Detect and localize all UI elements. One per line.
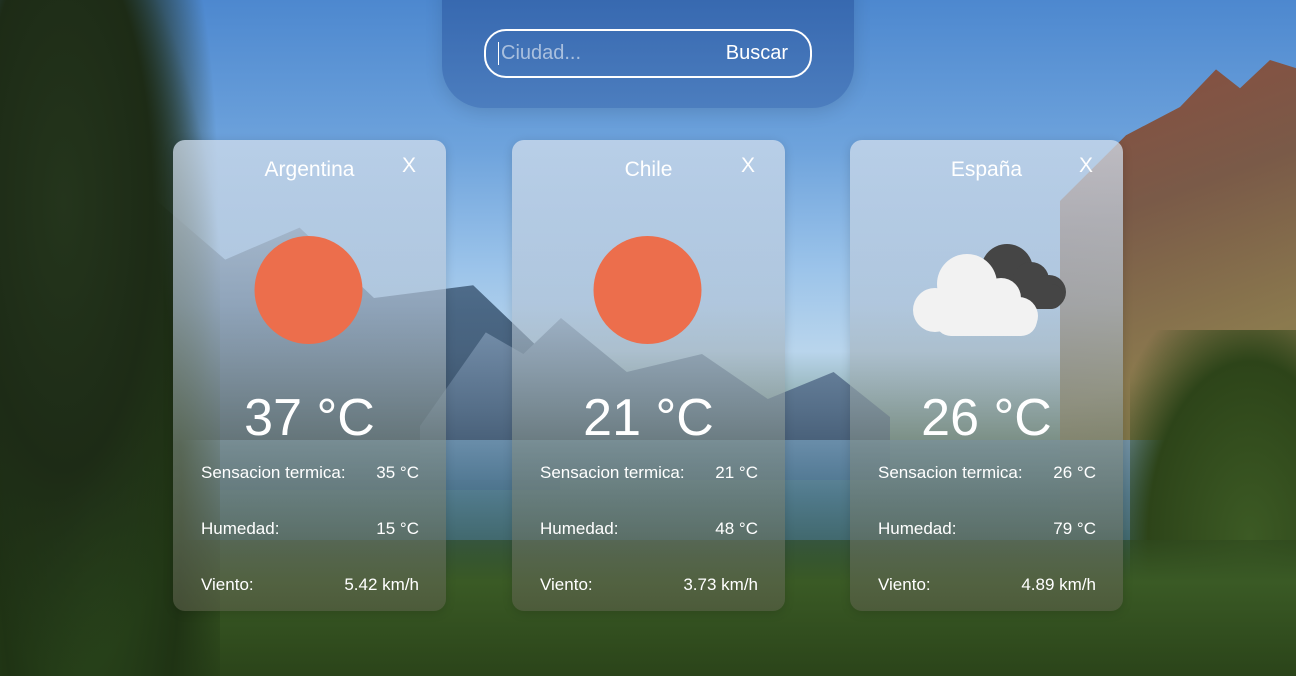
feels-like-label: Sensacion termica: <box>540 463 685 482</box>
wind-label: Viento: <box>878 575 931 594</box>
close-card-button[interactable]: X <box>402 154 416 178</box>
wind-value: 4.89 km/h <box>1021 575 1096 594</box>
humidity-label: Humedad: <box>540 519 619 538</box>
humidity-row: Humedad: 15 °C <box>201 519 419 539</box>
wind-row: Viento: 5.42 km/h <box>201 575 419 595</box>
city-search-input[interactable] <box>498 42 698 65</box>
cloudy-icon <box>907 240 1067 345</box>
feels-like-row: Sensacion termica: 21 °C <box>540 463 758 483</box>
close-card-button[interactable]: X <box>1079 154 1093 178</box>
feels-like-row: Sensacion termica: 35 °C <box>201 463 419 483</box>
wind-value: 3.73 km/h <box>683 575 758 594</box>
feels-like-label: Sensacion termica: <box>201 463 346 482</box>
humidity-value: 79 °C <box>1053 519 1096 538</box>
feels-like-row: Sensacion termica: 26 °C <box>878 463 1096 483</box>
close-card-button[interactable]: X <box>741 154 755 178</box>
feels-like-value: 26 °C <box>1053 463 1096 482</box>
wind-row: Viento: 3.73 km/h <box>540 575 758 595</box>
feels-like-value: 35 °C <box>376 463 419 482</box>
temperature: 26 °C <box>921 389 1052 447</box>
humidity-row: Humedad: 79 °C <box>878 519 1096 539</box>
humidity-label: Humedad: <box>878 519 957 538</box>
wind-label: Viento: <box>201 575 254 594</box>
humidity-value: 15 °C <box>376 519 419 538</box>
weather-card: Argentina X 37 °C Sensacion termica: 35 … <box>173 140 446 611</box>
humidity-label: Humedad: <box>201 519 280 538</box>
temperature: 37 °C <box>244 389 375 447</box>
search-button[interactable]: Buscar <box>726 42 788 65</box>
weather-card: Chile X 21 °C Sensacion termica: 21 °C H… <box>512 140 785 611</box>
search-form: Buscar <box>484 29 812 78</box>
feels-like-value: 21 °C <box>715 463 758 482</box>
sun-icon <box>254 236 362 344</box>
wind-label: Viento: <box>540 575 593 594</box>
humidity-value: 48 °C <box>715 519 758 538</box>
weather-card: España X 26 °C Sensacion termica: 26 °C … <box>850 140 1123 611</box>
temperature: 21 °C <box>583 389 714 447</box>
wind-row: Viento: 4.89 km/h <box>878 575 1096 595</box>
humidity-row: Humedad: 48 °C <box>540 519 758 539</box>
wind-value: 5.42 km/h <box>344 575 419 594</box>
feels-like-label: Sensacion termica: <box>878 463 1023 482</box>
sun-icon <box>593 236 701 344</box>
